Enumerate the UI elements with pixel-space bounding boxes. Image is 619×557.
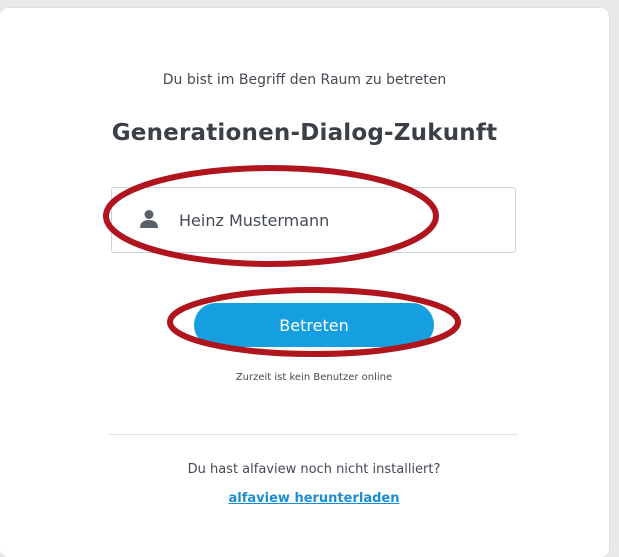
user-icon (140, 210, 158, 228)
room-name-title: Generationen-Dialog-Zukunft (111, 120, 498, 146)
name-input[interactable] (179, 208, 479, 232)
enter-room-button[interactable]: Betreten (194, 303, 434, 347)
download-link[interactable]: alfaview herunterladen (0, 491, 619, 506)
name-field[interactable] (111, 187, 516, 253)
divider (109, 434, 518, 435)
page: Du bist im Begriff den Raum zu betreten … (0, 0, 619, 557)
not-installed-text: Du hast alfaview noch nicht installiert? (187, 462, 441, 477)
join-room-card: Du bist im Begriff den Raum zu betreten … (0, 8, 609, 557)
intro-text: Du bist im Begriff den Raum zu betreten (162, 72, 447, 88)
online-status-text: Zurzeit ist kein Benutzer online (235, 372, 393, 383)
